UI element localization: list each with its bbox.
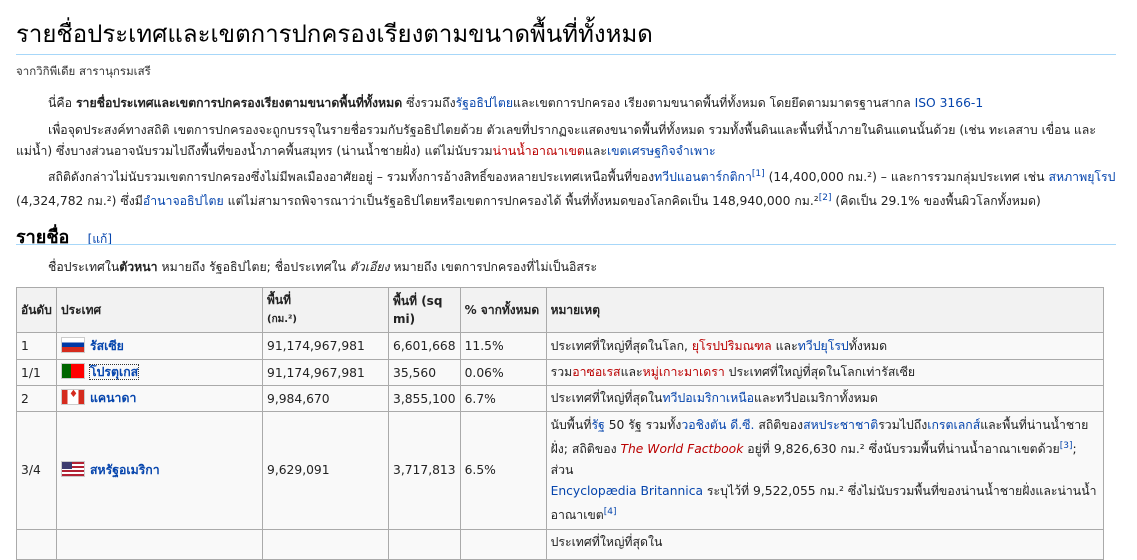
usa-flag-icon	[61, 461, 85, 478]
link-eez[interactable]: เขตเศรษฐกิจจำเพาะ	[607, 144, 716, 158]
link-north-america[interactable]: ทวีปอเมริกาเหนือ	[662, 391, 754, 405]
col-header-area-mi[interactable]: พื้นที่ (sq mi)	[388, 287, 461, 333]
portugal-flag-icon	[61, 363, 85, 379]
title-divider	[16, 54, 1116, 55]
link-sovereignty[interactable]: อำนาจอธิปไตย	[143, 194, 224, 208]
link-madeira[interactable]: หมู่เกาะมาเดรา	[643, 365, 725, 379]
link-washington-dc[interactable]: วอชิงตัน ดี.ซี.	[681, 418, 754, 432]
link-united-nations[interactable]: สหประชาชาติ	[803, 418, 878, 432]
ref-3[interactable]: [3]	[1060, 441, 1073, 451]
page-title: รายชื่อประเทศและเขตการปกครองเรียงตามขนาด…	[16, 20, 653, 48]
col-header-area-km[interactable]: พื้นที่ (กม.²)	[262, 287, 389, 333]
countries-table: อันดับ ประเทศ พื้นที่ (กม.²) พื้นที่ (sq …	[16, 287, 1105, 560]
ref-1[interactable]: [1]	[752, 169, 765, 179]
section-heading: รายชื่อ [แก้]	[16, 227, 113, 248]
table-row: 2 แคนาดา 9,984,670 3,855,100 6.7% ประเทศ…	[16, 385, 1105, 412]
link-great-lakes[interactable]: เกรตเลกส์	[927, 418, 980, 432]
intro-paragraph-3: สถิติดังกล่าวไม่นับรวมเขตการปกครองซึ่งไม…	[16, 169, 1116, 209]
russia-flag-icon	[61, 336, 85, 353]
intro-paragraph-1: นี่คือ รายชื่อประเทศและเขตการปกครองเรียง…	[48, 96, 984, 110]
col-header-rank[interactable]: อันดับ	[16, 287, 57, 333]
link-world-factbook[interactable]: The World Factbook	[621, 442, 744, 456]
link-britannica[interactable]: Encyclopædia Britannica	[551, 484, 703, 498]
link-european-russia[interactable]: ยุโรปปริมณฑล	[692, 339, 772, 353]
link-us-states[interactable]: รัฐ	[591, 418, 604, 432]
country-link-russia[interactable]: รัสเซีย	[90, 339, 124, 353]
country-link-portugal[interactable]: โปรตุเกส	[88, 364, 140, 380]
col-header-notes: หมายเหตุ	[545, 287, 1105, 333]
col-header-country[interactable]: ประเทศ	[56, 287, 263, 333]
table-header-row: อันดับ ประเทศ พื้นที่ (กม.²) พื้นที่ (sq …	[16, 287, 1105, 333]
section-divider	[16, 244, 1116, 245]
link-territorial-waters[interactable]: น่านน้ำอาณาเขต	[493, 144, 585, 158]
table-row: 1/1 โปรตุเกส 91,174,967,981 35,560 0.06%…	[16, 359, 1105, 386]
link-europe[interactable]: ทวีปยุโรป	[798, 339, 849, 353]
link-antarctica[interactable]: ทวีปแอนตาร์กติกา	[654, 170, 752, 184]
ref-2[interactable]: [2]	[819, 193, 832, 203]
country-link-canada[interactable]: แคนาดา	[90, 391, 136, 405]
link-european-union[interactable]: สหภาพยุโรป	[1048, 170, 1115, 184]
intro-paragraph-2: เพื่อจุดประสงค์ทางสถิติ เขตการปกครองจะถู…	[16, 123, 1096, 158]
link-azores[interactable]: อาซอเรส	[572, 365, 620, 379]
table-row: 3/4 สหรัฐอเมริกา 9,629,091 3,717,813 6.5…	[16, 410, 1105, 531]
country-link-usa[interactable]: สหรัฐอเมริกา	[90, 463, 160, 477]
table-row: 1 รัสเซีย 91,174,967,981 6,601,668 11.5%…	[16, 332, 1105, 360]
col-header-percent[interactable]: % จากทั้งหมด	[459, 287, 547, 333]
canada-flag-icon	[61, 389, 85, 405]
legend-note: ชื่อประเทศในตัวหนา หมายถึง รัฐอธิปไตย; ช…	[48, 260, 598, 274]
link-iso-3166[interactable]: ISO 3166-1	[915, 96, 984, 110]
table-row: ประเทศที่ใหญ่ที่สุดใน	[16, 529, 1105, 560]
link-sovereign-state[interactable]: รัฐอธิปไตย	[456, 96, 513, 110]
site-subtitle: จากวิกิพีเดีย สารานุกรมเสรี	[16, 64, 151, 78]
